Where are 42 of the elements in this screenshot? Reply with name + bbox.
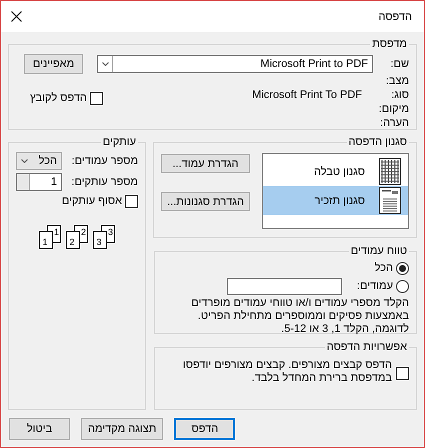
properties-button[interactable]: מאפיינים xyxy=(24,54,83,74)
memo-style-icon xyxy=(379,187,401,214)
field-value: Microsoft Print To PDF xyxy=(252,89,362,101)
field-label: מספר עותקים: xyxy=(71,176,138,188)
settings-button[interactable]: הגדרת עמוד... xyxy=(161,154,250,173)
field-label: שם: xyxy=(389,58,409,70)
dialog-button[interactable]: תצוגה מקדימה xyxy=(81,418,164,440)
checkbox-label: אסוף עותקים xyxy=(62,195,122,207)
checkbox-label: הדפס קבצים מצורפים. קבצים מצורפים יודפסו במדפסת ברירת המחדל בלבד. xyxy=(182,359,392,385)
field-label: מספר עמודים: xyxy=(72,154,138,166)
copies-spinner[interactable]: 1 xyxy=(16,172,62,190)
dialog-button[interactable]: ביטול xyxy=(9,418,70,440)
radio-label: עמודים: xyxy=(356,280,393,292)
printer-dropdown[interactable]: Microsoft Print to PDF xyxy=(97,55,373,73)
window-title: הדפסה xyxy=(378,10,412,22)
pages-dropdown[interactable]: הכל xyxy=(16,152,62,170)
group-title: אפשרויות הדפסה xyxy=(326,341,407,353)
caret-icon xyxy=(102,62,108,66)
group-title: טווח עמודים xyxy=(350,245,407,257)
table-style-icon xyxy=(379,158,401,185)
caret-icon xyxy=(21,158,28,162)
radio-label: הכל xyxy=(374,262,393,274)
group-title: סגנון הדפסה xyxy=(348,136,407,148)
radio-button[interactable] xyxy=(396,262,409,274)
field-label: סוג: xyxy=(390,89,409,101)
field-label: מיקום: xyxy=(378,103,409,115)
hint-text: הקלד מספרי עמודים ו/או טווחי עמודים מופרדים באמצעות פסיקים וממוספרים מתחילת הפריט. לדוגמה, הקלד 1, 3 או 5-12. xyxy=(190,297,409,336)
settings-button[interactable]: הגדרת סגנונות... xyxy=(161,192,250,211)
field-label: מצב: xyxy=(384,75,409,87)
group-title: עותקים xyxy=(102,136,136,148)
checkbox[interactable] xyxy=(125,194,138,208)
checkbox[interactable] xyxy=(396,367,409,380)
style-item[interactable]: סגנון טבלה xyxy=(263,157,408,186)
pages-input[interactable] xyxy=(226,278,342,294)
close-icon[interactable] xyxy=(11,11,22,22)
style-item[interactable]: סגנון תזכיר xyxy=(263,186,408,215)
group-title: מדפסת xyxy=(372,38,407,50)
checkbox-label: הדפס לקובץ xyxy=(30,92,87,104)
checkbox[interactable] xyxy=(90,92,103,104)
radio-button[interactable] xyxy=(396,280,409,292)
field-label: הערה: xyxy=(379,117,409,129)
dialog-button[interactable]: הדפס xyxy=(174,418,236,440)
